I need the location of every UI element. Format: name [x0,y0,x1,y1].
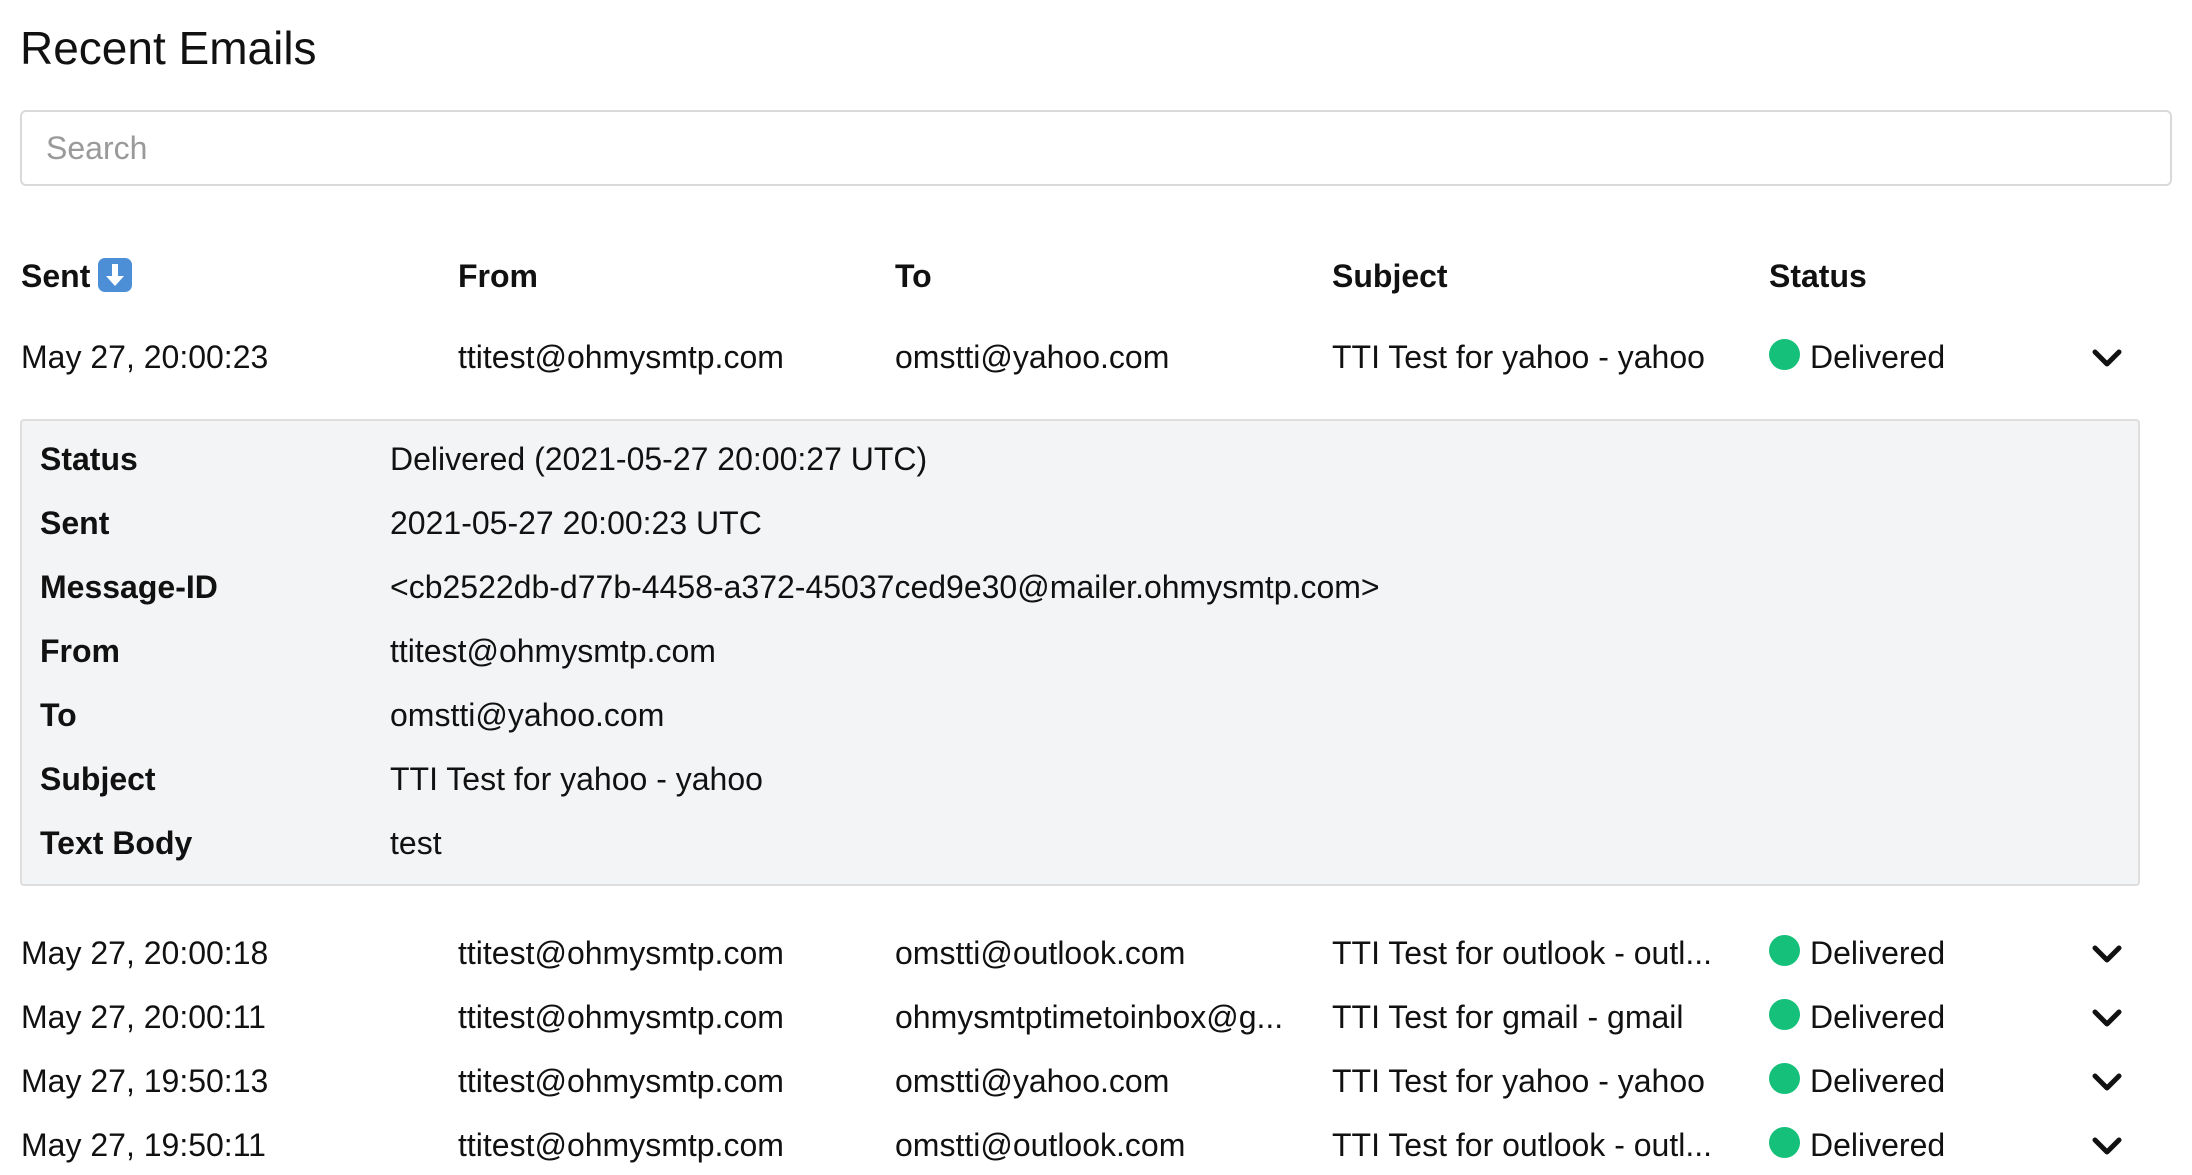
column-header-to: To [895,258,932,294]
email-row[interactable]: May 27, 19:50:11 ttitest@ohmysmtp.com om… [0,1115,2192,1175]
email-from: ttitest@ohmysmtp.com [458,1127,784,1163]
email-sent: May 27, 20:00:23 [21,339,269,375]
email-subject: TTI Test for yahoo - yahoo [1332,339,1705,375]
email-status-label: Delivered [1810,1063,1946,1099]
email-to: omstti@outlook.com [895,1127,1186,1163]
email-from: ttitest@ohmysmtp.com [458,999,784,1035]
email-status-label: Delivered [1810,935,1946,971]
detail-row-message-id: Message-ID <cb2522db-d77b-4458-a372-4503… [22,559,2122,615]
email-status-label: Delivered [1810,999,1946,1035]
column-header-from: From [458,258,538,294]
email-row[interactable]: May 27, 20:00:18 ttitest@ohmysmtp.com om… [0,923,2192,983]
email-status-label: Delivered [1810,1127,1946,1163]
detail-value: TTI Test for yahoo - yahoo [390,761,763,797]
detail-value: ttitest@ohmysmtp.com [390,633,716,669]
detail-value: <cb2522db-d77b-4458-a372-45037ced9e30@ma… [390,569,1380,605]
table-header: Sent From To Subject Status [0,248,2192,304]
email-sent: May 27, 19:50:11 [21,1127,266,1163]
email-to: ohmysmtptimetoinbox@g... [895,999,1284,1035]
status-dot-icon [1769,1063,1800,1094]
detail-label: Sent [40,505,110,541]
email-from: ttitest@ohmysmtp.com [458,1063,784,1099]
email-row[interactable]: May 27, 20:00:11 ttitest@ohmysmtp.com oh… [0,987,2192,1047]
detail-row-subject: Subject TTI Test for yahoo - yahoo [22,751,2122,807]
email-from: ttitest@ohmysmtp.com [458,935,784,971]
email-to: omstti@yahoo.com [895,1063,1170,1099]
status-dot-icon [1769,1127,1800,1158]
email-row[interactable]: May 27, 19:50:13 ttitest@ohmysmtp.com om… [0,1051,2192,1111]
detail-label: To [40,697,77,733]
down-arrow-icon[interactable] [98,258,133,292]
email-to: omstti@yahoo.com [895,339,1170,375]
email-status: Delivered [1769,1051,2069,1111]
detail-row-status: Status Delivered (2021-05-27 20:00:27 UT… [22,431,2122,487]
chevron-down-icon[interactable] [2092,1135,2122,1157]
detail-value: 2021-05-27 20:00:23 UTC [390,505,762,541]
detail-value: test [390,825,442,861]
column-header-sent[interactable]: Sent [21,248,133,304]
email-status: Delivered [1769,1115,2069,1175]
detail-row-text-body: Text Body test [22,815,2122,871]
email-subject: TTI Test for yahoo - yahoo [1332,1063,1705,1099]
email-subject: TTI Test for gmail - gmail [1332,999,1684,1035]
chevron-down-icon[interactable] [2092,943,2122,965]
detail-row-to: To omstti@yahoo.com [22,687,2122,743]
chevron-down-icon[interactable] [2092,1071,2122,1093]
detail-label: From [40,633,120,669]
column-header-sent-label: Sent [21,258,91,294]
email-status-label: Delivered [1810,339,1946,375]
status-dot-icon [1769,999,1800,1030]
chevron-down-icon[interactable] [2092,1007,2122,1029]
detail-label: Subject [40,761,156,797]
detail-label: Status [40,441,138,477]
chevron-down-icon[interactable] [2092,347,2122,369]
email-row[interactable]: May 27, 20:00:23 ttitest@ohmysmtp.com om… [0,327,2192,387]
detail-value: omstti@yahoo.com [390,697,665,733]
detail-value: Delivered (2021-05-27 20:00:27 UTC) [390,441,928,477]
email-from: ttitest@ohmysmtp.com [458,339,784,375]
page-title: Recent Emails [20,22,317,74]
email-sent: May 27, 20:00:18 [21,935,269,971]
status-dot-icon [1769,339,1800,370]
email-detail-panel: Status Delivered (2021-05-27 20:00:27 UT… [20,419,2140,886]
detail-label: Message-ID [40,569,218,605]
search-input[interactable] [20,110,2172,186]
detail-row-from: From ttitest@ohmysmtp.com [22,623,2122,679]
email-subject: TTI Test for outlook - outl... [1332,935,1712,971]
email-sent: May 27, 20:00:11 [21,999,266,1035]
email-status: Delivered [1769,327,2069,387]
email-to: omstti@outlook.com [895,935,1186,971]
email-status: Delivered [1769,923,2069,983]
detail-label: Text Body [40,825,193,861]
detail-row-sent: Sent 2021-05-27 20:00:23 UTC [22,495,2122,551]
column-header-subject: Subject [1332,258,1448,294]
status-dot-icon [1769,935,1800,966]
email-sent: May 27, 19:50:13 [21,1063,269,1099]
column-header-status: Status [1769,258,1867,294]
email-subject: TTI Test for outlook - outl... [1332,1127,1712,1163]
email-status: Delivered [1769,987,2069,1047]
